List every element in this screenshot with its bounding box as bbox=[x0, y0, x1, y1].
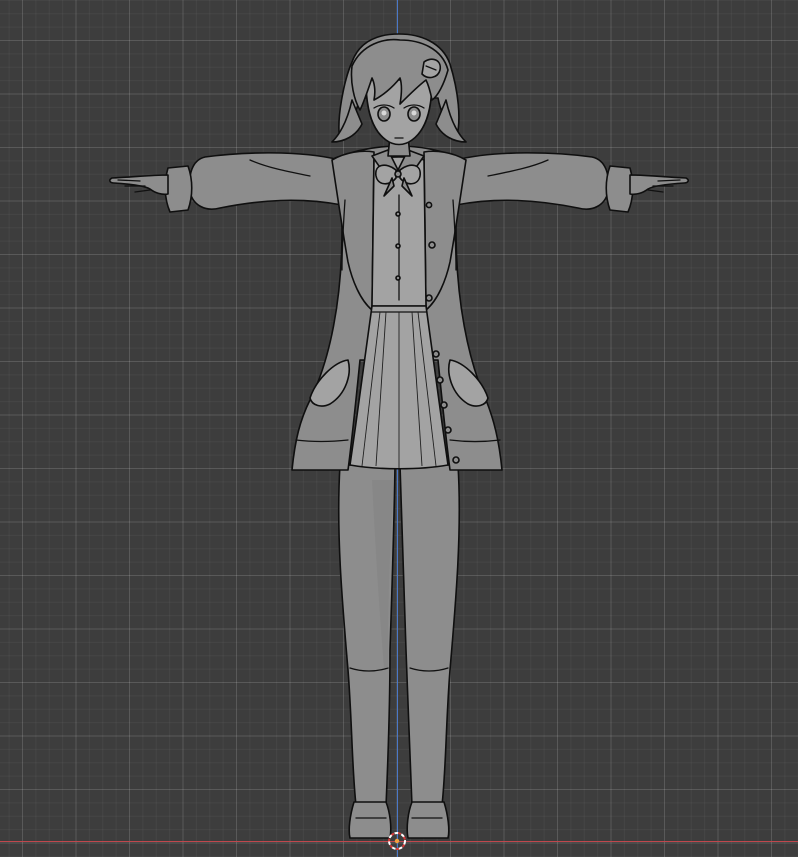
left-arm[interactable] bbox=[109, 152, 343, 213]
character-model[interactable] bbox=[0, 0, 798, 857]
3d-cursor-icon[interactable] bbox=[386, 830, 408, 852]
3d-viewport[interactable] bbox=[0, 0, 798, 857]
right-arm[interactable] bbox=[455, 152, 689, 213]
shirt[interactable] bbox=[371, 149, 427, 307]
head[interactable] bbox=[331, 33, 467, 146]
legs[interactable] bbox=[337, 464, 461, 807]
